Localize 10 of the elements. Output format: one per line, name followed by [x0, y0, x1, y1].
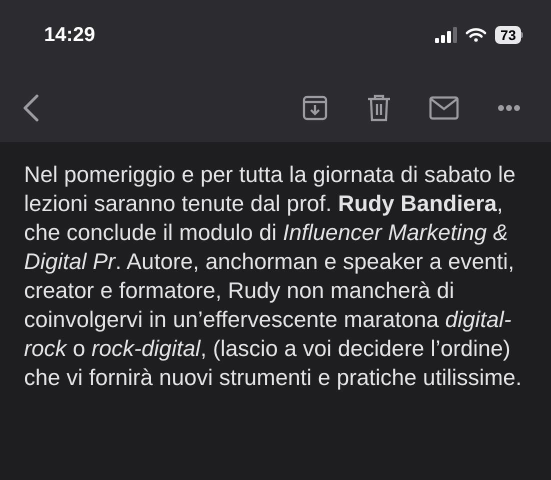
- more-icon[interactable]: [497, 104, 521, 112]
- mail-icon[interactable]: [429, 96, 459, 120]
- wifi-icon: [465, 27, 488, 43]
- back-icon[interactable]: [22, 94, 40, 122]
- email-body-text: Nel pomeriggio e per tutta la giornata di sabato le lezioni saranno tenute dal prof. Rudy Bandiera, che conclude il modulo di Influencer Marketing & Digital Pr. Autore, anchorman e speaker a eventi, creator e formatore, Rudy non mancherà di coinvolgervi in un’effervescente maratona digital-rock o rock-digital, (lascio a voi decidere l’ordine) che vi fornirà nuovi strumenti e pratiche utilissime.: [24, 161, 523, 392]
- archive-icon[interactable]: [301, 94, 329, 122]
- battery-level: 73: [495, 26, 521, 44]
- status-time: 14:29: [44, 23, 96, 48]
- trash-icon[interactable]: [367, 94, 391, 122]
- signal-icon: [435, 27, 458, 43]
